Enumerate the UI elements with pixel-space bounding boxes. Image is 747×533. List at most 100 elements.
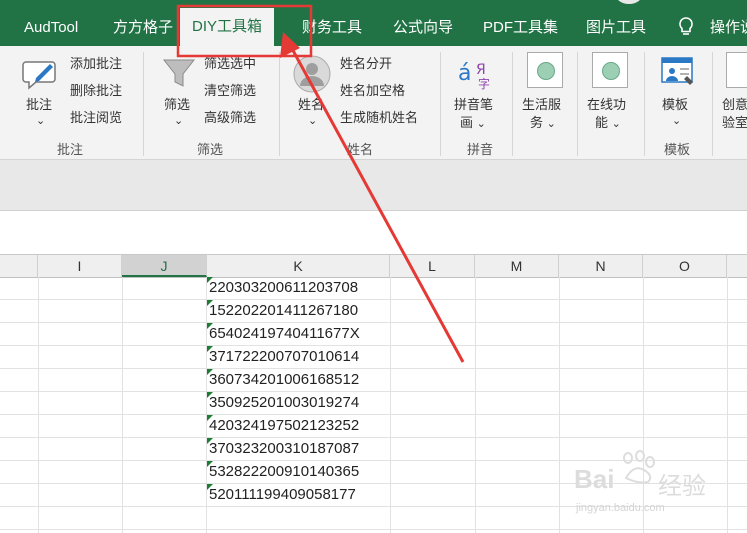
random-name-button[interactable]: 生成随机姓名 [340, 110, 418, 126]
add-comment-button[interactable]: 添加批注 [70, 56, 122, 72]
grid-line [38, 277, 39, 533]
grid-line [727, 277, 728, 533]
filter-selected-button[interactable]: 筛选选中 [204, 56, 256, 72]
person-icon [293, 55, 331, 93]
group-label-pinyin: 拼音 [466, 142, 493, 157]
error-indicator [207, 461, 213, 467]
column-header-partial[interactable] [727, 255, 747, 277]
table-cell[interactable]: 65402419740411677X [207, 323, 390, 345]
column-header[interactable]: L [390, 255, 475, 277]
cell-value: 350925201003019274 [209, 394, 360, 411]
tab-tupian[interactable]: 图片工具 [586, 10, 646, 46]
group-separator [143, 52, 144, 156]
chevron-down-icon[interactable]: ⌄ [36, 112, 45, 130]
grid-line [122, 277, 123, 533]
life-service-icon [537, 62, 555, 80]
review-comment-button[interactable]: 批注阅览 [70, 110, 122, 126]
cell-value: 152202201411267180 [209, 302, 359, 319]
table-cell[interactable]: 350925201003019274 [207, 392, 390, 414]
grid-line [0, 506, 747, 507]
cell-value: 370323200310187087 [209, 440, 360, 457]
life-service-button-line2[interactable]: 务 ⌄ [530, 114, 556, 133]
cell-value: 420324197502123252 [209, 417, 360, 434]
filter-funnel-icon [162, 59, 196, 87]
column-header[interactable]: N [559, 255, 643, 277]
group-separator [440, 52, 441, 156]
table-cell[interactable]: 152202201411267180 [207, 300, 390, 322]
error-indicator [207, 323, 213, 329]
chevron-down-icon[interactable]: ⌄ [174, 112, 183, 130]
clear-filter-button[interactable]: 清空筛选 [204, 83, 256, 99]
pinyin-icon: á Я 字 [458, 61, 490, 91]
formula-bar-area [0, 160, 747, 211]
chevron-down-icon: ⌄ [546, 118, 556, 130]
group-separator [644, 52, 645, 156]
table-cell[interactable]: 371722200707010614 [207, 346, 390, 368]
cell-value: 65402419740411677X [209, 325, 360, 342]
tab-audtool[interactable]: AudTool [24, 10, 78, 46]
pinyin-stroke-button[interactable]: 拼音笔 [454, 96, 493, 114]
advanced-filter-button[interactable]: 高级筛选 [204, 110, 256, 126]
online-feature-button-line2[interactable]: 能 ⌄ [595, 114, 621, 133]
table-cell[interactable]: 360734201006168512 [207, 369, 390, 391]
pinyin-stroke-label-2: 画 [460, 115, 474, 130]
creative-lab-button-line2[interactable]: 验室 [722, 114, 747, 132]
column-header-selected[interactable]: J [122, 255, 207, 277]
column-header[interactable]: K [207, 255, 390, 277]
chevron-down-icon: ⌄ [611, 118, 621, 130]
table-cell[interactable]: 520111199409058177 [207, 484, 390, 506]
column-header-row: I J K L M N O [0, 254, 747, 278]
avatar[interactable] [616, 0, 642, 4]
grid-line [0, 529, 747, 530]
group-separator [577, 52, 578, 156]
creative-lab-icon [726, 52, 747, 88]
column-header[interactable]: I [38, 255, 122, 277]
chevron-down-icon[interactable]: ⌄ [672, 112, 681, 130]
group-separator [279, 52, 280, 156]
life-service-label-2: 务 [530, 115, 544, 130]
chevron-down-icon[interactable]: ⌄ [308, 112, 317, 130]
ribbon-panel: 批注 ⌄ 添加批注 删除批注 批注阅览 批注 筛选 ⌄ 筛选选中 清空筛选 高级… [0, 46, 747, 160]
online-feature-icon [602, 62, 620, 80]
column-header[interactable]: M [475, 255, 559, 277]
life-service-button[interactable]: 生活服 [522, 96, 561, 114]
error-indicator [207, 300, 213, 306]
life-service-icon-frame [527, 52, 563, 88]
cell-value: 520111199409058177 [209, 486, 356, 503]
column-header-h[interactable] [0, 255, 38, 277]
split-name-button[interactable]: 姓名分开 [340, 56, 392, 72]
error-indicator [207, 438, 213, 444]
lightbulb-icon[interactable] [676, 16, 696, 38]
worksheet-grid[interactable]: 220303200611203708 152202201411267180 65… [0, 277, 747, 533]
column-header[interactable]: O [643, 255, 727, 277]
tab-gongshi[interactable]: 公式向导 [393, 10, 453, 46]
tab-fangfang[interactable]: 方方格子 [113, 10, 173, 46]
pinyin-stroke-button-line2[interactable]: 画 ⌄ [460, 114, 486, 133]
online-feature-button[interactable]: 在线功 [587, 96, 626, 114]
group-separator [512, 52, 513, 156]
tab-caiwu[interactable]: 财务工具 [302, 10, 362, 46]
creative-lab-button[interactable]: 创意 [722, 96, 747, 114]
table-cell[interactable]: 420324197502123252 [207, 415, 390, 437]
table-cell[interactable]: 370323200310187087 [207, 438, 390, 460]
grid-line [643, 277, 644, 533]
group-label-name: 姓名 [346, 142, 373, 157]
tab-pdf[interactable]: PDF工具集 [483, 10, 558, 46]
grid-line [390, 277, 391, 533]
tab-caozuo[interactable]: 操作说 [710, 10, 747, 46]
group-label-template: 模板 [663, 142, 690, 157]
table-cell[interactable]: 532822200910140365 [207, 461, 390, 483]
group-label-comment: 批注 [56, 142, 83, 157]
online-feature-icon-frame [592, 52, 628, 88]
cell-value: 220303200611203708 [209, 279, 359, 296]
delete-comment-button[interactable]: 删除批注 [70, 83, 122, 99]
svg-text:á: á [458, 61, 471, 86]
error-indicator [207, 415, 213, 421]
error-indicator [207, 369, 213, 375]
template-icon [661, 57, 693, 85]
error-indicator [207, 484, 213, 490]
comment-icon [22, 61, 56, 90]
table-cell[interactable]: 220303200611203708 [207, 277, 390, 299]
name-add-space-button[interactable]: 姓名加空格 [340, 83, 405, 99]
tab-diy-toolbox[interactable]: DIY工具箱 [180, 8, 275, 46]
